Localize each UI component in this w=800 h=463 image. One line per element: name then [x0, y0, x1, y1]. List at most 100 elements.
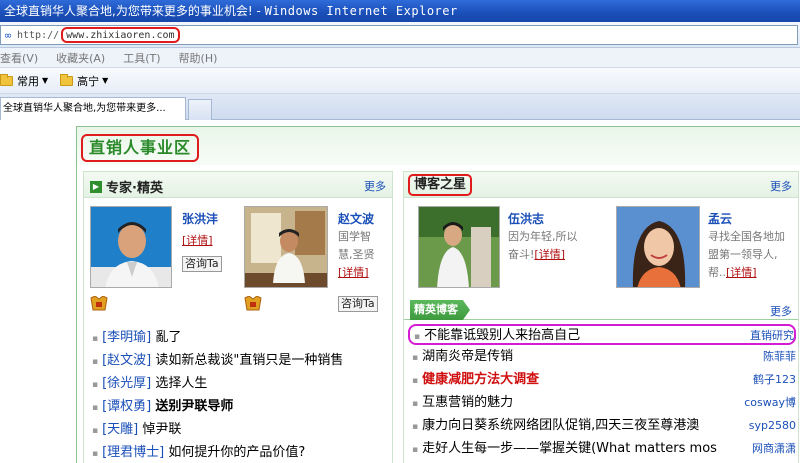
blogger-desc-1: 因为年轻,所以 奋斗![详情] [508, 228, 592, 264]
article-author-tag[interactable]: [赵文波] [102, 353, 151, 368]
article-title[interactable]: 如何提升你的产品价值? [168, 445, 305, 460]
arrow-right-icon: ▶ [90, 180, 102, 193]
post-author[interactable]: 陈菲菲 [763, 345, 796, 368]
window-title-app: Windows Internet Explorer [264, 4, 458, 18]
page-content: 直销人事业区 ▶ 专家·精英 更多 张洪沣 [详情] 咨询Ta 赵文波 国学智 … [0, 120, 800, 463]
expert-photo-1[interactable] [90, 206, 172, 288]
blogger-desc-line-1: 寻找全国各地加 [708, 230, 785, 243]
list-item[interactable]: ▪ 互惠营销的魅力 cosway博 [408, 391, 796, 414]
post-title[interactable]: 湖南炎帝是传销 [422, 349, 513, 364]
address-input[interactable]: ∞ http:// www.zhixiaoren.com [0, 25, 798, 45]
list-item[interactable]: ▪ 不能靠诋毁别人来抬高自己 直销研究 [408, 324, 796, 345]
list-item[interactable]: ▪ [赵文波] 读如新总裁谈"直销只是一种销售 [92, 349, 392, 372]
experts-panel-header: ▶ 专家·精英 更多 [84, 172, 392, 198]
blogger-photo-2[interactable] [616, 206, 700, 288]
post-title[interactable]: 互惠营销的魅力 [422, 395, 513, 410]
article-title[interactable]: 送别尹联导师 [155, 399, 233, 414]
expert-desc-line-2: 慧,圣贤 [338, 248, 375, 261]
favorites-folder-label: 常用 [17, 74, 39, 88]
post-author[interactable]: cosway博 [744, 391, 796, 414]
menu-view[interactable]: 查看(V) [0, 50, 38, 66]
article-title[interactable]: 悼尹联 [142, 422, 181, 437]
article-author-tag[interactable]: [李明瑜] [102, 330, 151, 345]
bloggers-panel: 博客之星 更多 伍洪志 因为年轻,所以 奋斗![详情] 孟云 寻找全国各地加 盟… [403, 171, 799, 463]
bloggers-more-link[interactable]: 更多 [770, 178, 792, 194]
bullet-icon: ▪ [412, 422, 419, 432]
list-item[interactable]: ▪ 康力向日葵系统网络团队促销,四天三夜至尊港澳 syp2580 [408, 414, 796, 437]
post-author[interactable]: syp2580 [749, 414, 796, 437]
favorites-bar: 常用 ▼ 高宁 ▼ [0, 68, 800, 94]
tab-current-page[interactable]: 全球直销华人聚合地,为您带来更多... [0, 97, 186, 120]
list-item[interactable]: ▪ [徐光厚] 选择人生 [92, 372, 392, 395]
list-item[interactable]: ▪ 走好人生每一步——掌握关键(What matters mos 网商潇潇 [408, 437, 796, 460]
bullet-icon: ▪ [412, 445, 419, 455]
post-title[interactable]: 走好人生每一步——掌握关键(What matters mos [422, 441, 717, 456]
menu-tools[interactable]: 工具(T) [123, 50, 160, 66]
article-title[interactable]: 读如新总裁谈"直销只是一种销售 [155, 353, 343, 368]
post-author[interactable]: 鹤子123 [753, 368, 796, 391]
page-frame: 直销人事业区 ▶ 专家·精英 更多 张洪沣 [详情] 咨询Ta 赵文波 国学智 … [76, 126, 800, 463]
article-author-tag[interactable]: [徐光厚] [102, 376, 151, 391]
experts-more-link[interactable]: 更多 [364, 178, 386, 194]
blogger-desc-line-2: 盟第一领导人, [708, 248, 778, 261]
chevron-down-icon: ▼ [102, 76, 109, 85]
blogger-photo-1[interactable] [418, 206, 500, 288]
tab-elite-blogs[interactable]: 精英博客 [410, 300, 470, 320]
favorites-folder-gaoning[interactable]: 高宁 ▼ [60, 73, 108, 89]
expert-detail-link-2[interactable]: [详情] [338, 266, 369, 279]
article-author-tag[interactable]: [理君博士] [102, 445, 164, 460]
menu-help[interactable]: 帮助(H) [179, 50, 218, 66]
address-url-highlight[interactable]: www.zhixiaoren.com [61, 27, 180, 43]
list-item[interactable]: ▪ 湖南炎帝是传销 陈菲菲 [408, 345, 796, 368]
folder-icon [0, 73, 13, 86]
bullet-icon: ▪ [92, 449, 99, 459]
bullet-icon: ▪ [92, 380, 99, 390]
section-header: 直销人事业区 [77, 127, 800, 165]
list-item[interactable]: ▪ [天雕] 悼尹联 [92, 418, 392, 441]
section-title: 直销人事业区 [81, 134, 200, 162]
post-title[interactable]: 健康减肥方法大调查 [422, 372, 539, 387]
expert-photo-2[interactable] [244, 206, 328, 288]
blogger-desc-line-1: 因为年轻,所以 [508, 230, 578, 243]
article-author-tag[interactable]: [天雕] [102, 422, 138, 437]
menu-favorites[interactable]: 收藏夹(A) [56, 50, 105, 66]
article-title[interactable]: 选择人生 [155, 376, 207, 391]
article-title[interactable]: 亂了 [155, 330, 181, 345]
window-title-separator: - [252, 4, 265, 18]
new-tab-button[interactable] [188, 99, 212, 120]
expert-name-1[interactable]: 张洪沣 [182, 210, 218, 227]
expert-ask-button-1[interactable]: 咨询Ta [182, 256, 222, 272]
list-item[interactable]: ▪ [理君博士] 如何提升你的产品价值? [92, 441, 392, 463]
bullet-icon: ▪ [414, 332, 421, 342]
elite-blog-list: ▪ 不能靠诋毁别人来抬高自己 直销研究 ▪ 湖南炎帝是传销 陈菲菲 ▪ 健康减肥方法大调查… [408, 324, 796, 460]
expert-ask-button-2[interactable]: 咨询Ta [338, 296, 378, 312]
expert-desc-line-1: 国学智 [338, 230, 371, 243]
elite-blogs-more-link[interactable]: 更多 [770, 303, 792, 319]
blogger-detail-link-1[interactable]: [详情] [534, 248, 565, 261]
list-item[interactable]: ▪ [李明瑜] 亂了 [92, 326, 392, 349]
favorites-folder-label: 高宁 [77, 74, 100, 88]
bullet-icon: ▪ [412, 353, 419, 363]
post-title[interactable]: 不能靠诋毁别人来抬高自己 [424, 328, 580, 343]
blogger-desc-line-2: 奋斗! [508, 248, 535, 261]
menu-bar: 查看(V) 收藏夹(A) 工具(T) 帮助(H) [0, 48, 800, 68]
list-item[interactable]: ▪ [谭权勇] 送别尹联导师 [92, 395, 392, 418]
article-author-tag[interactable]: [谭权勇] [102, 399, 151, 414]
post-title[interactable]: 康力向日葵系统网络团队促销,四天三夜至尊港澳 [422, 418, 699, 433]
blogger-name-1[interactable]: 伍洪志 [508, 210, 544, 227]
list-item[interactable]: ▪ 健康减肥方法大调查 鹤子123 [408, 368, 796, 391]
post-author[interactable]: 直销研究 [750, 326, 794, 343]
favorites-folder-common[interactable]: 常用 ▼ [0, 73, 48, 89]
blogger-name-2[interactable]: 孟云 [708, 210, 732, 227]
bullet-icon: ▪ [92, 357, 99, 367]
post-author[interactable]: 网商潇潇 [752, 437, 796, 460]
address-url: www.zhixiaoren.com [66, 29, 175, 41]
bullet-icon: ▪ [92, 403, 99, 413]
expert-name-2[interactable]: 赵文波 [338, 210, 374, 227]
page-icon: ∞ [4, 28, 12, 42]
expert-detail-wrap-1: [详情] [182, 232, 213, 250]
tab-bar: 全球直销华人聚合地,为您带来更多... [0, 94, 800, 120]
blogger-detail-link-2[interactable]: [详情] [726, 266, 757, 279]
expert-detail-link-1[interactable]: [详情] [182, 234, 213, 247]
bloggers-title: 博客之星 [408, 174, 473, 196]
